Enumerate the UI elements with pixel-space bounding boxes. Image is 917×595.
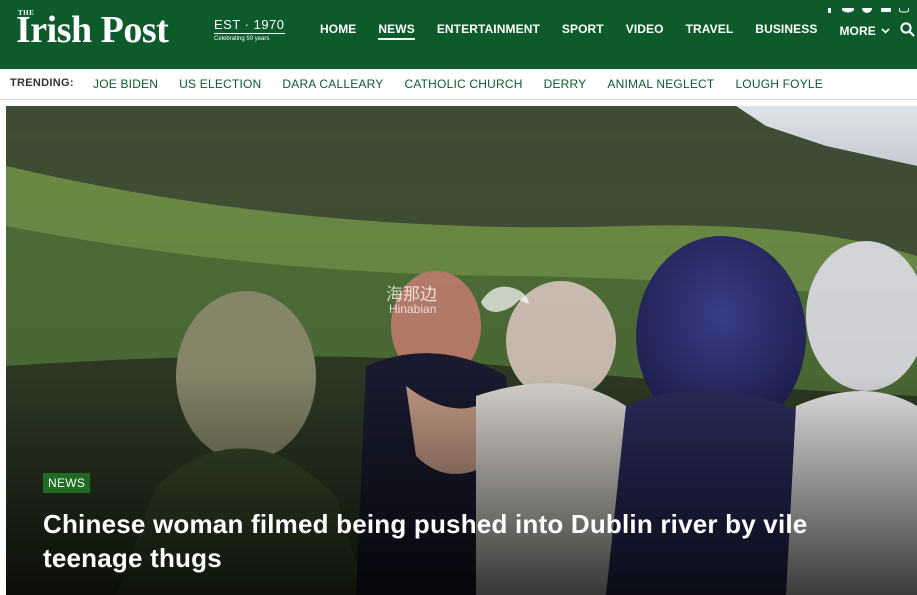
nav-item-entertainment[interactable]: ENTERTAINMENT	[437, 20, 540, 40]
twitter-icon[interactable]	[842, 0, 854, 13]
trending-item[interactable]: DARA CALLEARY	[282, 77, 383, 91]
trending-bar: TRENDING: JOE BIDEN US ELECTION DARA CAL…	[0, 69, 917, 100]
logo-established: EST · 1970	[214, 17, 285, 34]
trending-label: TRENDING:	[10, 77, 74, 89]
watermark-latin: Hinabian	[389, 302, 437, 316]
nav-item-more-label: MORE	[839, 24, 876, 38]
trending-item[interactable]: JOE BIDEN	[93, 77, 158, 91]
article-headline[interactable]: Chinese woman filmed being pushed into D…	[43, 507, 843, 575]
logo-tagline: Celebrating 50 years	[214, 36, 270, 42]
nav-item-more[interactable]: MORE	[839, 20, 890, 40]
trending-item[interactable]: LOUGH FOYLE	[735, 77, 823, 91]
trending-item[interactable]: ANIMAL NEGLECT	[607, 77, 714, 91]
hero-article[interactable]: 海那边 Hinabian NEWS Chinese woman filmed b…	[6, 106, 917, 595]
trending-item[interactable]: US ELECTION	[179, 77, 261, 91]
category-badge[interactable]: NEWS	[43, 473, 91, 493]
nav-item-video[interactable]: VIDEO	[626, 20, 664, 40]
nav-item-sport[interactable]: SPORT	[562, 20, 604, 40]
main-nav: HOME NEWS ENTERTAINMENT SPORT VIDEO TRAV…	[320, 20, 912, 40]
facebook-icon[interactable]	[826, 0, 834, 13]
trending-item[interactable]: CATHOLIC CHURCH	[404, 77, 522, 91]
search-icon[interactable]	[900, 22, 915, 37]
bird-logo-icon	[481, 286, 529, 312]
nav-item-home[interactable]: HOME	[320, 20, 356, 40]
nav-item-travel[interactable]: TRAVEL	[686, 20, 734, 40]
instagram-icon[interactable]	[899, 0, 909, 13]
site-logo[interactable]: THE Irish Post EST · 1970 Celebrating 50…	[16, 8, 286, 60]
site-header: THE Irish Post EST · 1970 Celebrating 50…	[0, 0, 917, 69]
logo-name: Irish Post	[16, 9, 169, 51]
chevron-down-icon	[881, 26, 890, 36]
hero-watermark: 海那边 Hinabian	[386, 278, 536, 323]
trending-item[interactable]: DERRY	[544, 77, 587, 91]
pinterest-icon[interactable]	[862, 0, 872, 13]
youtube-icon[interactable]	[881, 0, 891, 12]
trending-list: JOE BIDEN US ELECTION DARA CALLEARY CATH…	[93, 77, 844, 91]
nav-item-news[interactable]: NEWS	[378, 20, 415, 40]
nav-item-business[interactable]: BUSINESS	[755, 20, 817, 40]
